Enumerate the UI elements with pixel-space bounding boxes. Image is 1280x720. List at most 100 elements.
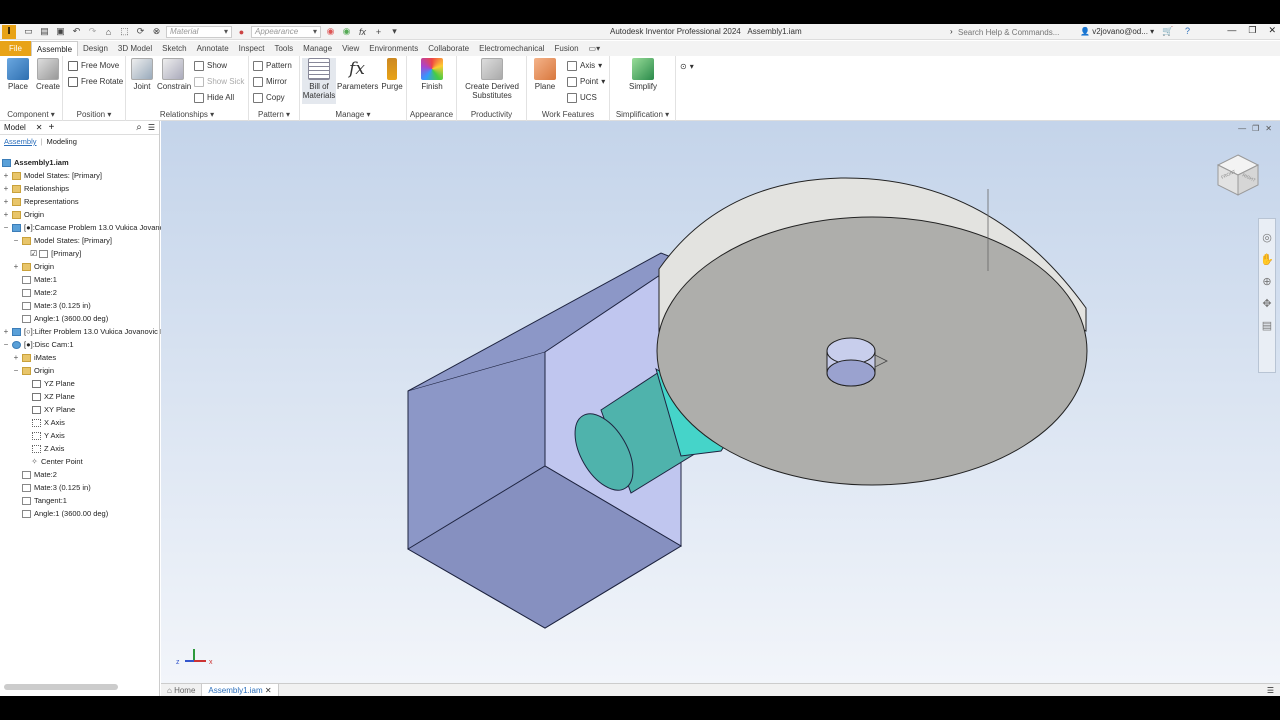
tree-item[interactable]: − Origin — [12, 364, 54, 377]
tree-item[interactable]: + iMates — [12, 351, 56, 364]
add-browser-icon[interactable]: + — [49, 122, 55, 133]
tree-item[interactable]: Mate:3 (0.125 in) — [20, 299, 91, 312]
tree-item[interactable]: + Relationships — [2, 182, 69, 195]
collapse-icon[interactable]: − — [2, 223, 10, 232]
close-tab-icon[interactable]: ✕ — [265, 686, 272, 695]
parameters-icon[interactable]: fx — [356, 26, 369, 38]
tree-root[interactable]: Assembly1.iam — [0, 156, 69, 169]
undo-icon[interactable]: ↶ — [70, 26, 83, 38]
place-button[interactable]: Place — [3, 58, 33, 91]
joint-button[interactable]: Joint — [127, 58, 157, 91]
tree-item[interactable]: Mate:1 — [20, 273, 57, 286]
ribbon-extra-dropdown[interactable]: ⊙ ▾ — [680, 60, 694, 73]
show-sick-button[interactable]: Show Sick — [194, 75, 244, 88]
tab-design[interactable]: Design — [78, 41, 113, 56]
tabs-menu-icon[interactable]: ☰ — [1267, 686, 1274, 695]
simplification-panel-label[interactable]: Simplification ▾ — [610, 110, 675, 119]
open-icon[interactable]: ▤ — [38, 26, 51, 38]
close-browser-icon[interactable]: ✕ — [36, 123, 43, 132]
appearance-icon[interactable]: ● — [235, 26, 248, 38]
expand-icon[interactable]: + — [2, 210, 10, 219]
material-icon[interactable]: ⊗ — [150, 26, 163, 38]
simplify-button[interactable]: Simplify — [628, 58, 658, 91]
graphics-viewport[interactable]: z x — ❐ ✕ FRONT RIGHT ◎ ✋ ⊕ ✥ ▤ — [161, 121, 1280, 683]
subtab-assembly[interactable]: Assembly — [4, 137, 37, 146]
search-help-input[interactable] — [958, 26, 1074, 38]
user-account[interactable]: 👤 v2jovano@od... ▾ — [1080, 27, 1154, 36]
tree-item[interactable]: Y Axis — [30, 429, 65, 442]
tree-item[interactable]: − [●]:Disc Cam:1 — [2, 338, 74, 351]
clear-appearance-icon[interactable]: ◉ — [340, 26, 353, 38]
copy-button[interactable]: Copy — [253, 91, 285, 104]
select-icon[interactable]: ⬚ — [118, 26, 131, 38]
tree-item[interactable]: Tangent:1 — [20, 494, 67, 507]
tab-assemble[interactable]: Assemble — [30, 41, 79, 56]
add-icon[interactable]: + — [372, 26, 385, 38]
expand-icon[interactable]: + — [2, 184, 10, 193]
zoom-icon[interactable]: ⊕ — [1259, 275, 1275, 297]
tree-item[interactable]: + Origin — [12, 260, 54, 273]
search-expand-icon[interactable]: › — [950, 27, 953, 36]
tree-item[interactable]: + Model States: [Primary] — [2, 169, 102, 182]
new-icon[interactable]: ▭ — [22, 26, 35, 38]
tab-3d-model[interactable]: 3D Model — [113, 41, 157, 56]
browser-tab-model[interactable]: Model — [0, 123, 30, 132]
tab-tools[interactable]: Tools — [269, 41, 298, 56]
constrain-button[interactable]: Constrain — [157, 58, 191, 91]
tree-item[interactable]: Angle:1 (3600.00 deg) — [20, 312, 108, 325]
orbit-icon[interactable]: ✥ — [1259, 297, 1275, 319]
minimize-view-icon[interactable]: — — [1238, 124, 1246, 133]
bill-of-materials-button[interactable]: Bill of Materials — [302, 58, 336, 104]
manage-panel-label[interactable]: Manage ▾ — [300, 110, 406, 119]
tree-item[interactable]: Angle:1 (3600.00 deg) — [20, 507, 108, 520]
tab-fusion[interactable]: Fusion — [550, 41, 584, 56]
pattern-button[interactable]: Pattern — [253, 59, 292, 72]
tree-item[interactable]: YZ Plane — [30, 377, 75, 390]
home-tab[interactable]: ⌂ Home — [161, 684, 201, 697]
disc-cam-part[interactable] — [656, 177, 1088, 486]
expand-icon[interactable]: + — [2, 171, 10, 180]
free-rotate-button[interactable]: Free Rotate — [68, 75, 123, 88]
tab-collaborate[interactable]: Collaborate — [423, 41, 474, 56]
collapse-icon[interactable]: − — [12, 366, 20, 375]
color-override-icon[interactable]: ◉ — [324, 26, 337, 38]
parameters-button[interactable]: fx Parameters — [337, 58, 378, 91]
tree-item[interactable]: ☑ [Primary] — [30, 247, 81, 260]
tree-item[interactable]: − [●]:Camcase Problem 13.0 Vukica Jovanov — [2, 221, 168, 234]
look-at-icon[interactable]: ▤ — [1259, 319, 1275, 341]
axis-button[interactable]: Axis ▾ — [567, 59, 602, 72]
pan-icon[interactable]: ✋ — [1259, 253, 1275, 275]
plane-button[interactable]: Plane — [530, 58, 560, 91]
minimize-icon[interactable]: — — [1227, 25, 1236, 36]
appearance-dropdown[interactable]: Appearance ▾ — [251, 25, 321, 38]
mirror-button[interactable]: Mirror — [253, 75, 287, 88]
steering-wheel-icon[interactable]: ◎ — [1259, 231, 1275, 253]
tab-view[interactable]: View — [337, 41, 364, 56]
restore-view-icon[interactable]: ❐ — [1252, 124, 1259, 133]
search-icon[interactable]: ⌕ — [136, 122, 142, 133]
redo-icon[interactable]: ↷ — [86, 26, 99, 38]
tree-item[interactable]: ✧ Center Point — [30, 455, 83, 468]
tab-inspect[interactable]: Inspect — [234, 41, 270, 56]
tab-electromechanical[interactable]: Electromechanical — [474, 41, 549, 56]
ucs-button[interactable]: UCS — [567, 91, 597, 104]
help-icon[interactable]: ? — [1185, 26, 1190, 36]
close-view-icon[interactable]: ✕ — [1265, 124, 1272, 133]
tree-item[interactable]: Mate:2 — [20, 468, 57, 481]
close-icon[interactable]: ✕ — [1268, 25, 1276, 36]
tab-assembly1[interactable]: Assembly1.iam ✕ — [201, 683, 279, 696]
free-move-button[interactable]: Free Move — [68, 59, 119, 72]
inventor-logo-icon[interactable]: I — [2, 24, 16, 39]
tree-item[interactable]: + Representations — [2, 195, 79, 208]
expand-icon[interactable]: + — [2, 327, 10, 336]
show-button[interactable]: Show — [194, 59, 227, 72]
menu-icon[interactable]: ☰ — [148, 123, 155, 132]
home-icon[interactable]: ⌂ — [102, 26, 115, 38]
hide-all-button[interactable]: Hide All — [194, 91, 234, 104]
purge-button[interactable]: Purge — [377, 58, 407, 91]
restore-icon[interactable]: ❐ — [1248, 25, 1256, 36]
tab-file[interactable]: File — [0, 41, 31, 56]
tree-item[interactable]: + Origin — [2, 208, 44, 221]
pattern-panel-label[interactable]: Pattern ▾ — [249, 110, 299, 119]
update-icon[interactable]: ⟳ — [134, 26, 147, 38]
